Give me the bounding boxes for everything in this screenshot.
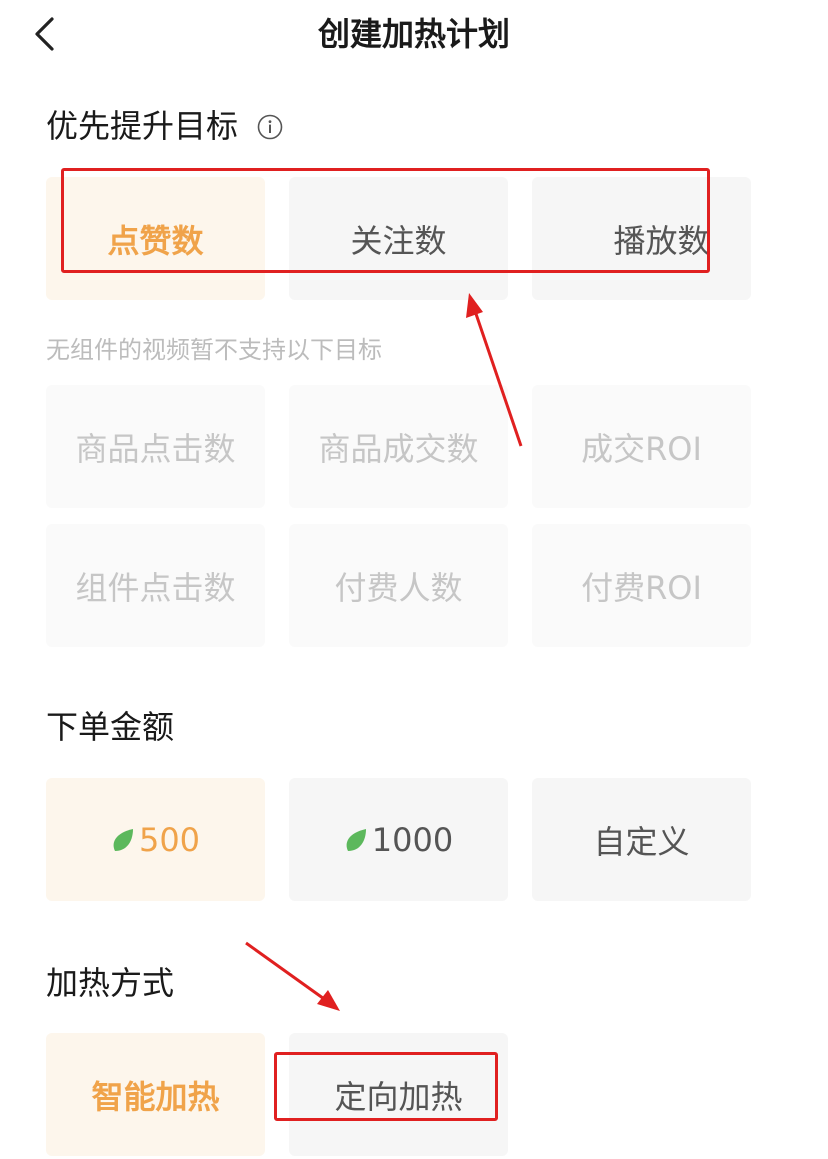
coin-leaf-icon [111, 827, 135, 853]
goal-option-deal-roi: 成交ROI [532, 385, 751, 508]
amount-value: 1000 [371, 820, 454, 859]
goal-option-paid-roi: 付费ROI [532, 524, 751, 647]
goal-option-plays[interactable]: 播放数 [532, 177, 751, 300]
goal-hint-text: 无组件的视频暂不支持以下目标 [46, 336, 382, 364]
method-option-smart[interactable]: 智能加热 [46, 1033, 265, 1156]
info-icon[interactable] [257, 114, 283, 140]
goal-option-product-clicks: 商品点击数 [46, 385, 265, 508]
amount-section-title: 下单金额 [46, 708, 175, 746]
goal-option-paying-users: 付费人数 [289, 524, 508, 647]
goal-option-component-clicks: 组件点击数 [46, 524, 265, 647]
coin-leaf-icon [344, 827, 368, 853]
method-section-title: 加热方式 [46, 964, 175, 1002]
amount-option-1000[interactable]: 1000 [289, 778, 508, 901]
amount-option-custom[interactable]: 自定义 [532, 778, 751, 901]
arrow-down-icon [317, 990, 340, 1011]
amount-option-500[interactable]: 500 [46, 778, 265, 901]
method-option-targeted[interactable]: 定向加热 [289, 1033, 508, 1156]
goal-option-likes[interactable]: 点赞数 [46, 177, 265, 300]
goal-option-product-deals: 商品成交数 [289, 385, 508, 508]
amount-value: 500 [138, 820, 201, 859]
goal-section-title: 优先提升目标 [46, 107, 239, 145]
page-title: 创建加热计划 [317, 15, 510, 53]
goal-option-follows[interactable]: 关注数 [289, 177, 508, 300]
